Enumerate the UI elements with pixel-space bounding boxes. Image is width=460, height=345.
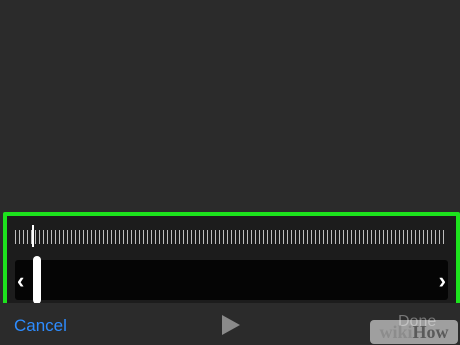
- video-preview-area: [0, 0, 460, 212]
- watermark-wiki-text: wiki: [379, 322, 413, 342]
- trim-position-knob[interactable]: [33, 256, 41, 304]
- trim-controls-highlight: ‹ ›: [3, 212, 460, 311]
- cancel-button[interactable]: Cancel: [14, 316, 67, 336]
- playhead-marker[interactable]: [32, 225, 34, 247]
- trim-handle-right[interactable]: ›: [436, 270, 446, 292]
- play-icon[interactable]: [222, 315, 240, 335]
- trim-handle-left[interactable]: ‹: [17, 270, 27, 292]
- watermark-how-text: How: [412, 322, 449, 342]
- frame-scrubber[interactable]: [15, 230, 447, 244]
- trim-timeline[interactable]: ‹ ›: [15, 256, 448, 304]
- bottom-toolbar: Cancel Done wikiHow: [0, 303, 460, 345]
- wikihow-watermark: wikiHow: [370, 320, 458, 344]
